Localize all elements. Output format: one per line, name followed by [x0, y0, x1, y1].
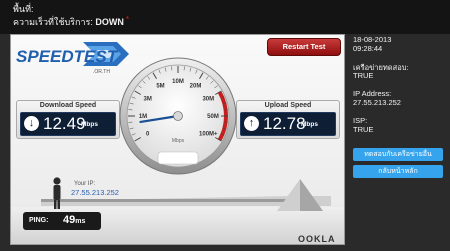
speedtest-logo: SPEEDTEST .OR.TH — [16, 42, 129, 75]
network-value: TRUE — [353, 71, 374, 80]
upload-unit: Mbps — [301, 121, 318, 128]
logo-text: SPEEDTEST — [16, 47, 119, 66]
side-info-panel: 18-08-2013 09:28:44 เครือข่ายทดสอบ: TRUE… — [349, 34, 450, 245]
speed-gauge: 01M3M5M10M20M30M50M100M+ Mbps — [119, 57, 237, 175]
ping-label: PING: — [29, 217, 49, 224]
speedtest-panel: SPEEDTEST .OR.TH Restart Test Download S… — [10, 34, 345, 245]
gauge-tick-label: 20M — [190, 84, 202, 90]
ping-box: PING: 49ms — [23, 212, 101, 230]
gauge-tick-label: 30M — [202, 97, 214, 103]
service-speed-label: ความเร็วที่ใช้บริการ: — [13, 17, 93, 27]
gauge-tick-label: 50M — [207, 114, 219, 120]
logo-sub: .OR.TH — [93, 69, 110, 75]
back-to-home-button[interactable]: กลับหน้าหลัก — [353, 165, 443, 178]
ping-value-group: 49ms — [63, 214, 85, 226]
area-label: พื้นที่: — [13, 4, 34, 14]
gauge-unit-label: Mbps — [172, 138, 185, 144]
server-pyramid-icon — [277, 179, 323, 211]
isp-value: TRUE — [353, 125, 374, 134]
your-ip-label: Your IP: — [74, 181, 96, 187]
warning-mark: * — [125, 15, 129, 24]
isp-label: ISP: — [353, 116, 368, 125]
test-other-network-button[interactable]: ทดสอบกับเครือข่ายอื่น — [353, 148, 443, 161]
ping-value: 49 — [63, 214, 76, 226]
gauge-tick-label: 5M — [156, 84, 164, 90]
download-unit: Mbps — [81, 121, 98, 128]
upload-display: ↑ 12.78 Mbps — [240, 112, 336, 136]
download-speed-box: Download Speed ↓ 12.49 Mbps — [16, 100, 120, 139]
test-date: 18-08-2013 — [353, 35, 392, 44]
ip-address-label: IP Address: — [353, 89, 392, 98]
download-label: Download Speed — [39, 102, 97, 109]
gauge-tick-label: 3M — [144, 97, 152, 103]
service-speed-line: ความเร็วที่ใช้บริการ: DOWN * — [13, 15, 129, 29]
download-arrow-icon: ↓ — [24, 116, 39, 131]
upload-label: Upload Speed — [264, 102, 312, 109]
top-bar: พื้นที่: ความเร็วที่ใช้บริการ: DOWN * — [0, 0, 450, 34]
test-time: 09:28:44 — [353, 44, 383, 53]
gauge-tick-label: 1M — [139, 114, 147, 120]
upload-value: 12.78 — [263, 114, 306, 133]
gauge-hub — [173, 111, 183, 121]
download-display: ↓ 12.49 Mbps — [20, 112, 116, 136]
service-status: DOWN — [95, 17, 124, 27]
ping-unit: ms — [75, 218, 86, 225]
restart-test-button[interactable]: Restart Test — [267, 38, 341, 56]
gauge-tick-label: 10M — [172, 79, 184, 85]
upload-arrow-icon: ↑ — [244, 116, 259, 131]
upload-speed-box: Upload Speed ↑ 12.78 Mbps — [236, 100, 340, 139]
download-value: 12.49 — [43, 114, 86, 133]
gauge-tick-label: 100M+ — [199, 132, 218, 138]
ookla-logo: OOKLA — [298, 234, 336, 244]
user-figure-icon — [53, 177, 61, 209]
ip-address-value: 27.55.213.252 — [353, 98, 401, 107]
gauge-unit-window — [157, 151, 199, 165]
